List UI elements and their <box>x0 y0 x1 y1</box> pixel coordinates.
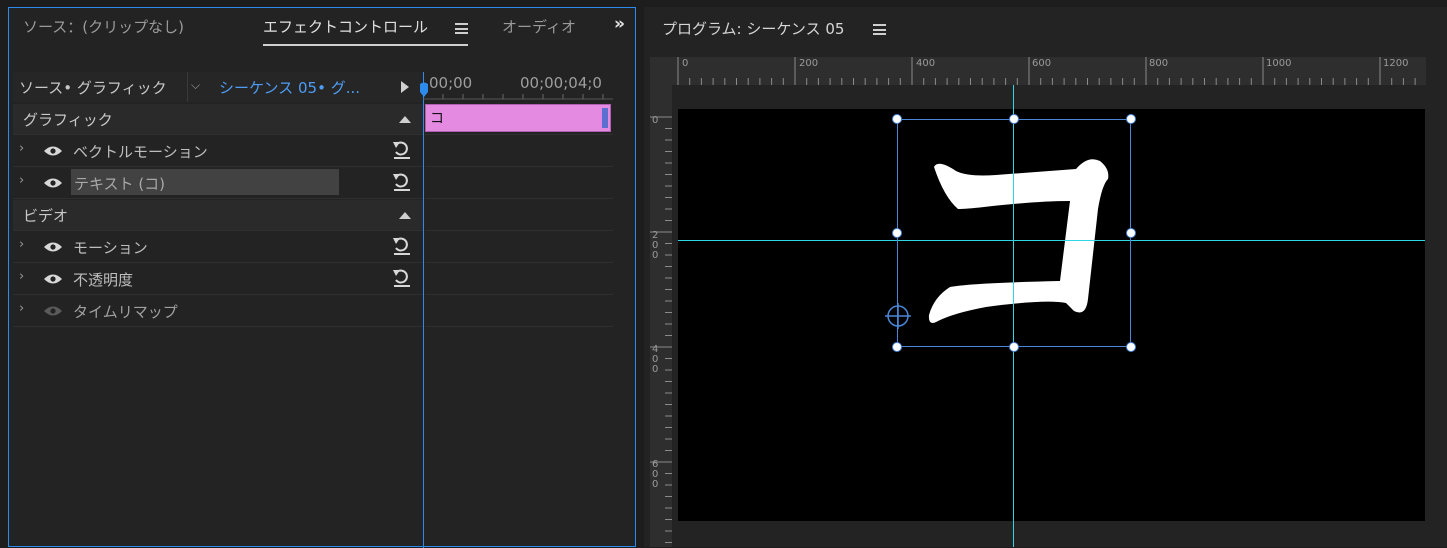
ruler-h-label: 1000 <box>1266 58 1292 69</box>
section-video[interactable]: ビデオ <box>13 200 423 230</box>
chevron-down-icon[interactable]: ⌵ <box>191 78 200 93</box>
source-header-row: ソース• グラフィック ⌵ シーケンス 05• グ... <box>13 72 423 102</box>
section-video-label: ビデオ <box>23 207 69 225</box>
vertical-ruler[interactable]: 0 2 0 0 4 0 0 6 0 0 <box>650 85 672 547</box>
eye-icon[interactable] <box>43 177 63 189</box>
reset-icon[interactable] <box>391 172 413 192</box>
playhead-line <box>423 72 424 548</box>
reset-icon[interactable] <box>391 268 413 288</box>
resize-handle-top-right[interactable] <box>1126 114 1136 124</box>
effect-row-opacity: › 不透明度 <box>13 264 423 294</box>
effect-label: テキスト (コ) <box>74 175 166 193</box>
tab-audio[interactable]: オーディオ <box>502 16 576 37</box>
reset-icon[interactable] <box>391 236 413 256</box>
sequence-selector[interactable]: シーケンス 05• グ... <box>219 77 360 98</box>
play-triangle-icon[interactable] <box>400 81 410 93</box>
ruler-v-label: 0 <box>652 115 659 126</box>
section-graphic-label: グラフィック <box>23 111 113 129</box>
expand-chevron-icon[interactable]: › <box>19 269 24 284</box>
header-divider <box>187 72 188 102</box>
eye-icon[interactable] <box>43 273 63 285</box>
anchor-point-icon[interactable] <box>885 303 911 329</box>
effect-row-text: › テキスト (コ) <box>13 168 423 198</box>
section-graphic[interactable]: グラフィック <box>13 104 423 134</box>
double-chevron-right-icon[interactable]: » <box>614 14 625 34</box>
effect-label: ベクトルモーション <box>73 143 208 161</box>
timecode-start: 00;00 <box>429 74 473 92</box>
clip-end-handle[interactable] <box>602 108 608 128</box>
panel-menu-icon[interactable] <box>455 23 468 34</box>
ruler-h-label: 200 <box>799 58 819 69</box>
resize-handle-bottom[interactable] <box>1009 342 1019 352</box>
effect-row-vector-motion: › ベクトルモーション <box>13 136 423 166</box>
active-tab-underline <box>263 44 468 46</box>
ruler-v-label: 2 0 0 <box>652 230 659 261</box>
effect-label: タイムリマップ <box>73 303 178 321</box>
text-bounding-box[interactable] <box>897 119 1131 347</box>
clip-label: コ <box>430 111 444 127</box>
panel-menu-icon[interactable] <box>873 24 886 35</box>
graphic-clip[interactable]: コ <box>425 104 611 132</box>
resize-handle-left[interactable] <box>892 228 902 238</box>
expand-chevron-icon[interactable]: › <box>19 237 24 252</box>
effect-controls-panel: ソース：(クリップなし) エフェクトコントロール オーディオ » ソース• グラ… <box>8 7 636 548</box>
effect-label: モーション <box>73 239 148 257</box>
text-layer-name-field[interactable]: テキスト (コ) <box>71 169 339 195</box>
ruler-h-label: 0 <box>682 58 689 69</box>
collapse-up-icon[interactable] <box>399 212 411 219</box>
collapse-up-icon[interactable] <box>399 116 411 123</box>
expand-chevron-icon[interactable]: › <box>19 141 24 156</box>
effect-row-time-remap: › タイムリマップ <box>13 296 423 326</box>
program-monitor-title[interactable]: プログラム: シーケンス 05 <box>662 18 844 39</box>
resize-handle-right[interactable] <box>1126 228 1136 238</box>
eye-disabled-icon[interactable] <box>43 305 63 317</box>
ruler-h-label: 1200 <box>1383 58 1409 69</box>
tab-source[interactable]: ソース：(クリップなし) <box>23 16 184 37</box>
expand-chevron-icon[interactable]: › <box>19 173 24 188</box>
source-label: ソース• グラフィック <box>19 79 167 97</box>
eye-icon[interactable] <box>43 241 63 253</box>
reset-icon[interactable] <box>391 140 413 160</box>
resize-handle-top-left[interactable] <box>892 114 902 124</box>
ruler-h-label: 600 <box>1032 58 1052 69</box>
resize-handle-bottom-right[interactable] <box>1126 342 1136 352</box>
expand-chevron-icon[interactable]: › <box>19 301 24 316</box>
timecode-end: 00;00;04;0 <box>520 74 602 92</box>
ruler-h-label: 400 <box>916 58 936 69</box>
resize-handle-bottom-left[interactable] <box>892 342 902 352</box>
playhead-marker-icon[interactable] <box>419 82 429 100</box>
tab-effect-controls[interactable]: エフェクトコントロール <box>263 16 428 37</box>
effect-label: 不透明度 <box>73 271 134 289</box>
resize-handle-top[interactable] <box>1009 114 1019 124</box>
ruler-v-label: 4 0 0 <box>652 344 659 375</box>
horizontal-ruler[interactable]: 0 200 400 600 800 1000 1200 <box>650 57 1426 85</box>
program-monitor-panel: プログラム: シーケンス 05 0 200 400 600 800 1000 1… <box>644 7 1447 547</box>
eye-icon[interactable] <box>43 145 63 157</box>
ruler-h-label: 800 <box>1149 58 1169 69</box>
ruler-v-label: 6 0 0 <box>652 459 659 490</box>
effect-row-motion: › モーション <box>13 232 423 262</box>
